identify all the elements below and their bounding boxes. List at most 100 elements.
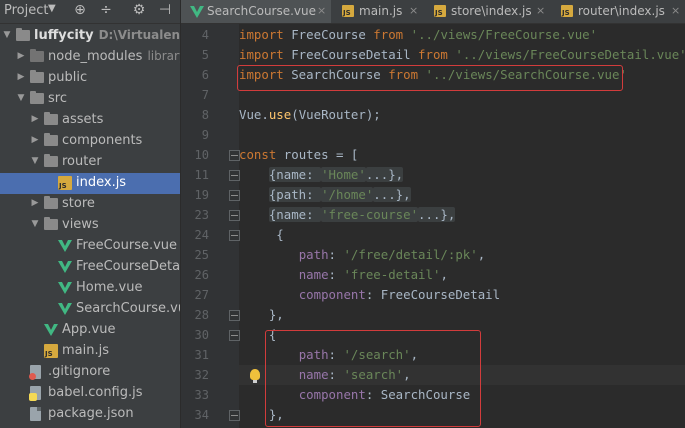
code-line[interactable] <box>239 125 685 145</box>
tab-label: main.js <box>359 4 403 18</box>
tree-item-label: package.json <box>48 406 134 421</box>
code-line[interactable]: {name: 'Home'...}, <box>239 165 685 185</box>
close-icon[interactable]: × <box>536 4 545 17</box>
code-line[interactable]: const routes = [ <box>239 145 685 165</box>
line-number: 31 <box>194 348 209 362</box>
folder-icon <box>30 70 44 83</box>
line-number: 26 <box>194 268 209 282</box>
line-number: 25 <box>194 248 209 262</box>
code-token: FreeCourse <box>283 27 374 42</box>
close-icon[interactable]: × <box>671 4 680 17</box>
code-token: component <box>298 287 366 302</box>
tab-label: SearchCourse.vue <box>207 4 317 18</box>
gear-icon[interactable]: ⚙ <box>131 2 147 18</box>
tree-item[interactable]: index.js <box>0 173 180 194</box>
vue-file-icon <box>44 324 58 336</box>
js-file-icon <box>434 5 446 17</box>
folder-icon <box>44 154 58 167</box>
tree-item[interactable]: FreeCourse.vue <box>0 236 180 257</box>
chevron-right-icon[interactable]: ▶ <box>30 135 40 145</box>
code-line[interactable]: component: FreeCourseDetail <box>239 285 685 305</box>
chevron-down-icon[interactable]: ▼ <box>30 156 40 166</box>
code-line[interactable]: }, <box>239 305 685 325</box>
tree-item[interactable]: FreeCourseDetail.vu <box>0 257 180 278</box>
js-file-icon <box>561 5 573 17</box>
tree-item[interactable]: App.vue <box>0 320 180 341</box>
tree-item[interactable]: babel.config.js <box>0 383 180 404</box>
line-number: 27 <box>194 288 209 302</box>
code-token: path <box>298 247 329 262</box>
chevron-right-icon[interactable]: ▶ <box>16 51 26 61</box>
tree-item[interactable]: ▶ assets <box>0 110 180 131</box>
editor-tab[interactable]: store\index.js × <box>425 0 550 23</box>
code-line[interactable]: import FreeCourse from '../views/FreeCou… <box>239 25 685 45</box>
close-icon[interactable]: × <box>409 4 418 17</box>
line-number: 8 <box>201 108 209 122</box>
json-file-icon <box>30 407 41 421</box>
tree-item[interactable]: .gitignore <box>0 362 180 383</box>
code-token: '../views/FreeCourseDetail.vue' <box>455 47 685 62</box>
editor-gutter: 4 5 6 7 8 9 10 11 19 23 24 25 26 27 28 30 31 32 33 34 <box>181 24 240 428</box>
tree-item-label: App.vue <box>62 322 116 337</box>
code-line[interactable]: {name: 'free-course'...}, <box>239 205 685 225</box>
line-number: 32 <box>194 368 209 382</box>
tree-item-label: public <box>48 70 88 85</box>
chevron-right-icon[interactable]: ▶ <box>30 198 40 208</box>
folder-icon <box>44 217 58 230</box>
tree-item[interactable]: ▼ luffycityD:\Virtualenvs\api\l <box>0 26 180 47</box>
tree-item-label: main.js <box>62 343 109 358</box>
code-line[interactable]: Vue.use(VueRouter); <box>239 105 685 125</box>
tree-item[interactable]: ▶ public <box>0 68 180 89</box>
code-token: name <box>298 267 329 282</box>
chevron-down-icon[interactable]: ▼ <box>48 3 56 14</box>
code-line[interactable]: name: 'free-detail', <box>239 265 685 285</box>
hide-icon[interactable]: ⊣ <box>157 2 173 18</box>
code-token: , <box>440 267 448 282</box>
line-number: 5 <box>201 48 209 62</box>
code-token: ...}, <box>373 187 411 202</box>
tree-item[interactable]: ▶ components <box>0 131 180 152</box>
editor-tab[interactable]: SearchCourse.vue × <box>181 0 331 23</box>
close-icon[interactable]: × <box>317 4 326 17</box>
lightbulb-icon[interactable] <box>250 369 260 383</box>
code-token: 'free-course' <box>321 207 419 222</box>
code-token: ...}, <box>418 207 456 222</box>
split-icon[interactable]: ÷ <box>98 2 114 18</box>
babel-file-icon <box>29 386 41 401</box>
tree-item[interactable]: package.json <box>0 404 180 425</box>
tree-item-label: store <box>62 196 95 211</box>
tree-item[interactable]: ▶ node_moduleslibrary roo <box>0 47 180 68</box>
globe-icon[interactable]: ⊕ <box>72 2 88 18</box>
tree-item[interactable]: ▼ src <box>0 89 180 110</box>
code-token: from <box>373 27 404 42</box>
tree-item[interactable]: Home.vue <box>0 278 180 299</box>
tree-item[interactable]: main.js <box>0 341 180 362</box>
js-file-icon <box>58 176 72 190</box>
tree-item[interactable]: ▶ store <box>0 194 180 215</box>
chevron-right-icon[interactable]: ▶ <box>30 114 40 124</box>
project-view-selector[interactable]: Project <box>4 3 48 18</box>
code-line[interactable]: import FreeCourseDetail from '../views/F… <box>239 45 685 65</box>
code-line[interactable]: path: '/free/detail/:pk', <box>239 245 685 265</box>
folder-icon <box>44 133 58 146</box>
tree-item[interactable]: ▼ router <box>0 152 180 173</box>
tree-item-label: router <box>62 154 102 169</box>
code-line[interactable]: { <box>239 225 685 245</box>
tree-item[interactable]: SearchCourse.vue <box>0 299 180 320</box>
code-line[interactable]: {path: '/home'...}, <box>239 185 685 205</box>
tree-item-label: views <box>62 217 99 232</box>
editor-tab[interactable]: router\index.js × <box>552 0 685 23</box>
code-token: routes = [ <box>276 147 359 162</box>
chevron-down-icon[interactable]: ▼ <box>30 219 40 229</box>
tree-item-label: src <box>48 91 67 106</box>
chevron-down-icon[interactable]: ▼ <box>16 93 26 103</box>
tab-label: store\index.js <box>451 4 532 18</box>
highlight-box-import <box>237 65 623 91</box>
chevron-down-icon[interactable]: ▼ <box>2 30 12 40</box>
tree-item[interactable]: ▼ views <box>0 215 180 236</box>
code-token: { <box>239 227 284 242</box>
project-panel: Project ▼ ⊕ ÷ ⚙ ⊣ ▼ luffycity D:\Virtualen… <box>0 0 181 428</box>
chevron-right-icon[interactable]: ▶ <box>16 72 26 82</box>
editor-tab[interactable]: main.js × <box>333 0 423 23</box>
